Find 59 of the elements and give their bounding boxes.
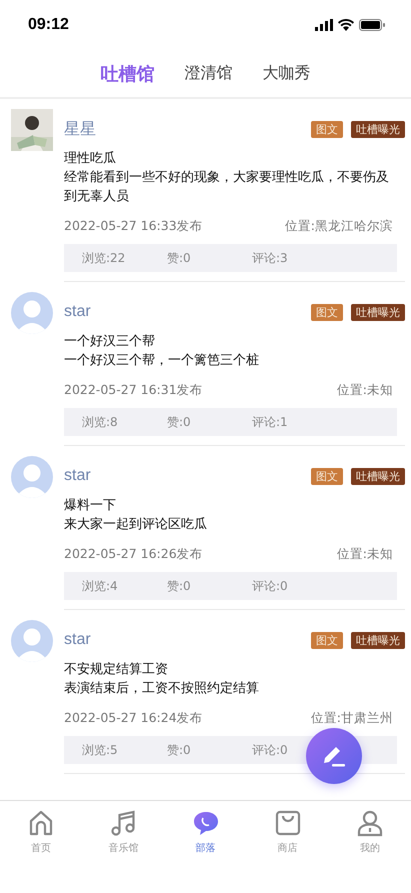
- post-text: 表演结束后，工资不按照约定结算: [64, 680, 260, 698]
- post-title: 不安规定结算工资: [64, 661, 169, 679]
- signal-icon: [315, 19, 333, 31]
- post-location: 位置:甘肃兰州: [310, 709, 393, 727]
- stat-count: 评论:1: [252, 414, 289, 430]
- chat-bubble-icon: [192, 809, 220, 837]
- post-tag: 吐槽曝光: [351, 468, 405, 484]
- post-location: 位置:黑龙江哈尔滨: [284, 217, 393, 235]
- category-tab[interactable]: 大咖秀: [258, 63, 314, 84]
- avatar-icon: [11, 456, 53, 498]
- post-location: 位置:未知: [336, 545, 393, 563]
- post-text: 一个好汉三个帮，一个篱笆三个桩: [64, 352, 260, 370]
- post-tag: 图文: [311, 304, 343, 320]
- post-text: 来大家一起到评论区吃瓜: [64, 516, 208, 534]
- post-tag: 吐槽曝光: [351, 632, 405, 648]
- avatar-icon: [11, 620, 53, 662]
- stat-count: 浏览:22: [82, 250, 126, 266]
- stat-count: 浏览:8: [82, 414, 119, 430]
- stat-count: 评论:0: [252, 742, 289, 758]
- status-time: 09:12: [28, 16, 69, 34]
- avatar-icon: [11, 292, 53, 334]
- post-tag: 图文: [311, 120, 343, 138]
- stat-count: 赞:0: [167, 414, 192, 430]
- person-icon: [356, 809, 384, 837]
- stat-count: 赞:0: [167, 578, 192, 594]
- wifi-icon: [338, 19, 354, 31]
- stat-count: 评论:0: [252, 578, 289, 594]
- nav-tab[interactable]: 音乐馆: [82, 809, 164, 855]
- stat-count: 赞:0: [167, 250, 192, 266]
- post-text: 经常能看到一些不好的现象，大家要理性吃瓜，不要伤及到无辜人员: [64, 169, 390, 206]
- nav-tab[interactable]: 商店: [246, 809, 329, 855]
- user-name: star: [64, 631, 91, 649]
- post-tag: 吐槽曝光: [351, 304, 405, 320]
- stat-count: 评论:3: [252, 250, 289, 266]
- user-name: star: [64, 303, 91, 321]
- stat-count: 赞:0: [167, 742, 192, 758]
- post-title: 爆料一下: [64, 497, 117, 515]
- nav-tab[interactable]: 部落: [164, 809, 247, 855]
- post-title: 理性吃瓜: [64, 150, 117, 168]
- stat-count: 浏览:5: [82, 742, 119, 758]
- post-tag: 图文: [311, 632, 343, 648]
- post-location: 位置:未知: [336, 381, 393, 399]
- bag-icon: [274, 809, 302, 837]
- nav-tab[interactable]: 我的: [328, 809, 411, 855]
- user-name: 星星: [64, 120, 96, 140]
- category-tab[interactable]: 澄清馆: [180, 63, 236, 84]
- nav-tab[interactable]: 首页: [0, 809, 82, 855]
- music-note-icon: [109, 809, 138, 837]
- post-tag: 图文: [311, 468, 343, 484]
- battery-icon: [359, 19, 385, 31]
- post-date: 2022-05-27 16:31发布: [64, 381, 203, 399]
- stat-count: 浏览:4: [82, 578, 119, 594]
- post-date: 2022-05-27 16:26发布: [64, 545, 203, 563]
- post-date: 2022-05-27 16:24发布: [64, 709, 203, 727]
- user-name: star: [64, 467, 91, 485]
- post-title: 一个好汉三个帮: [64, 333, 156, 351]
- post-tag: 吐槽曝光: [351, 120, 405, 138]
- post-date: 2022-05-27 16:33发布: [64, 217, 203, 235]
- category-tab[interactable]: 吐槽馆: [96, 62, 158, 86]
